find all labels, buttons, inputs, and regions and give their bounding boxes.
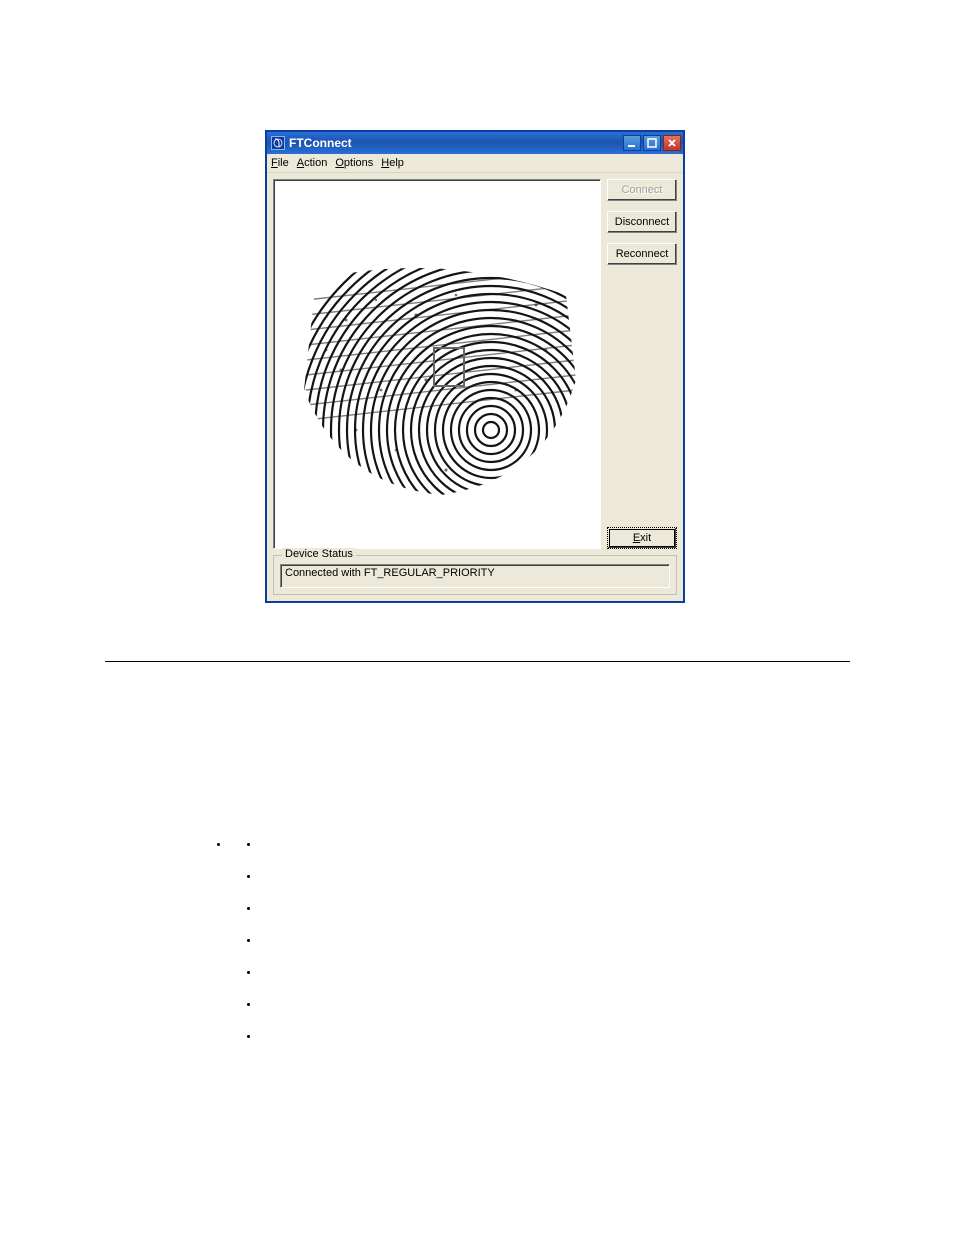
app-icon [271,136,285,150]
titlebar: FTConnect [267,132,683,154]
close-button[interactable] [663,135,681,151]
device-status-group: Device Status Connected with FT_REGULAR_… [273,555,677,595]
window-title: FTConnect [289,136,623,150]
menu-file[interactable]: File [271,157,289,169]
list-item [230,839,260,1043]
page-root: FTConnect File Action Options Help [0,0,954,1235]
device-status-field: Connected with FT_REGULAR_PRIORITY [280,564,670,588]
button-spacer [607,275,677,517]
divider-line [105,661,850,662]
side-buttons: Connect Disconnect Reconnect Exit [607,179,677,549]
menu-action[interactable]: Action [297,157,328,169]
disconnect-button[interactable]: Disconnect [607,211,677,233]
device-status-label: Device Status [282,548,356,560]
minimize-button[interactable] [623,135,641,151]
reconnect-button[interactable]: Reconnect [607,243,677,265]
app-window: FTConnect File Action Options Help [265,130,685,603]
fingerprint-image [286,260,586,498]
menu-help[interactable]: Help [381,157,404,169]
menu-options[interactable]: Options [335,157,373,169]
fingerprint-display [273,179,601,549]
connect-button[interactable]: Connect [607,179,677,201]
main-area: Connect Disconnect Reconnect Exit [267,173,683,555]
title-buttons [623,135,681,151]
exit-button[interactable]: Exit [607,527,677,549]
menu-bar: File Action Options Help [267,154,683,173]
maximize-button[interactable] [643,135,661,151]
outer-list [230,813,260,1043]
